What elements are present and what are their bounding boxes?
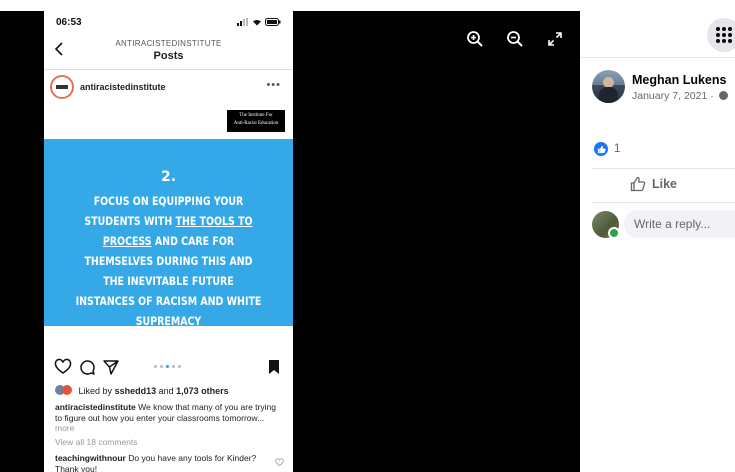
share-icon [103,360,119,375]
like-reaction-icon [594,142,608,156]
divider [592,202,735,203]
reaction-summary[interactable]: 1 [594,142,620,156]
header-subtitle: ANTIRACISTEDINSTITUTE [115,39,222,48]
comment-heart-icon [275,458,284,466]
account-name: antiracistedinstitute [80,82,166,92]
comment-user: teachingwithnour [55,453,126,463]
carousel-dot [178,365,181,368]
post-text-part2: and care for themselves during this and … [75,234,262,328]
status-icons [237,18,281,26]
menu-button[interactable] [707,18,735,52]
post-number: 2. [160,169,177,185]
instagram-screenshot: 06:53 ANTIRACISTEDINSTITUTE Posts antira… [44,11,293,472]
comment-item: teachingwithnour Do you have any tools f… [55,453,265,472]
bookmark-icon [269,360,279,374]
post-date-text: January 7, 2021 · [632,90,714,102]
like-button-label: Like [652,177,678,191]
carousel-dot [154,365,157,368]
zoom-in-icon [467,31,483,47]
zoom-out-icon [507,31,523,47]
comment-icon [80,360,95,375]
viewer-toolbar [465,29,565,49]
post-image: 2. Focus on equipping your students with… [44,139,293,328]
heart-icon [54,358,72,374]
signal-icon [237,18,248,26]
caption-more: more [55,423,75,433]
carousel-indicator [154,365,181,368]
carousel-dot [172,365,175,368]
menu-grid-icon [716,27,732,43]
wifi-icon [253,19,261,26]
header-title: Posts [153,50,184,62]
panel-top-bar [580,11,735,58]
likes-and: and [158,386,174,396]
status-bar: 06:53 [56,17,281,31]
view-all-comments: View all 18 comments [55,437,138,447]
zoom-in-button[interactable] [465,29,485,49]
liker-avatars [55,385,73,395]
comments-panel: Meghan Lukens January 7, 2021 · 1 Like [580,11,735,472]
posts-header: ANTIRACISTEDINSTITUTE Posts [44,35,293,70]
reply-input[interactable] [624,210,735,238]
thumbs-up-icon [597,145,606,153]
fullscreen-icon [548,32,562,46]
post-text: Focus on equipping your students with th… [75,191,263,331]
carousel-dot-active [166,365,169,368]
more-options-icon: ••• [266,79,281,91]
photo-viewer: 06:53 ANTIRACISTEDINSTITUTE Posts antira… [0,11,580,472]
globe-icon [718,91,728,100]
online-status-dot [608,227,620,239]
post-actions [54,358,283,376]
zoom-out-button[interactable] [505,29,525,49]
post-date[interactable]: January 7, 2021 · [632,90,728,102]
institute-logo-badge: The Institute For Anti-Racist Education [227,110,285,132]
account-avatar [50,75,74,99]
like-outline-icon [630,176,646,192]
carousel-dot [160,365,163,368]
divider [592,168,735,169]
author-avatar[interactable] [592,70,625,103]
badge-line1: The Institute For [239,113,273,118]
reaction-count: 1 [614,143,621,155]
badge-line2: Anti-Racist Education [233,121,279,126]
caption-user: antiracistedinstitute [55,402,136,412]
author-name[interactable]: Meghan Lukens [632,73,726,87]
fullscreen-button[interactable] [545,29,565,49]
likes-line: Liked by sshedd13 and 1,073 others [55,385,229,396]
likes-prefix: Liked by [78,386,113,396]
status-time: 06:53 [56,17,82,28]
likes-count: 1,073 others [176,386,229,396]
post-account-row: antiracistedinstitute ••• [50,75,287,101]
like-button[interactable]: Like [630,176,677,192]
current-user-avatar [592,211,620,239]
battery-icon [265,18,281,26]
likes-user: sshedd13 [114,386,157,396]
post-caption: antiracistedinstitute We know that many … [55,402,283,434]
